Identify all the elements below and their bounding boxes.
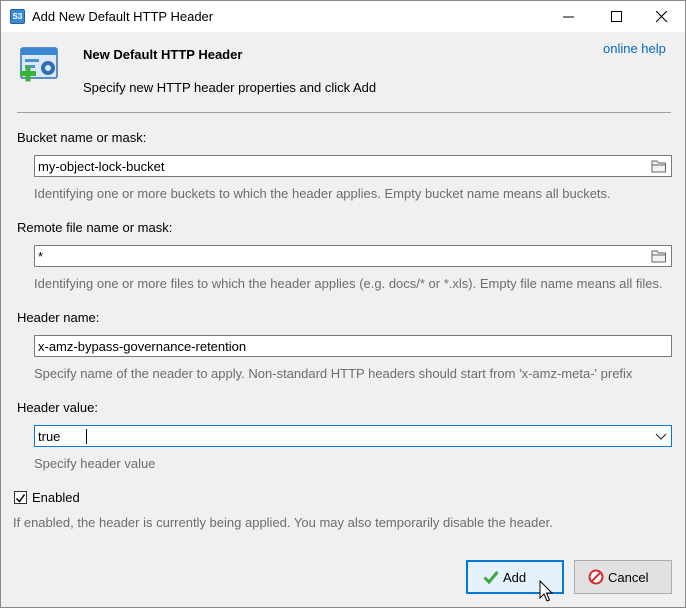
close-button[interactable]: [639, 1, 685, 32]
minimize-button[interactable]: [546, 1, 592, 32]
remote-file-label: Remote file name or mask:: [17, 220, 173, 235]
header-name-hint: Specify name of the neader to apply. Non…: [34, 366, 633, 381]
checkmark-icon: [15, 494, 26, 503]
cancel-icon: [588, 569, 604, 585]
header-subtitle: Specify new HTTP header properties and c…: [83, 80, 377, 95]
bucket-label: Bucket name or mask:: [17, 130, 147, 145]
add-button-label: Add: [503, 570, 527, 585]
window-title: Add New Default HTTP Header: [32, 9, 214, 24]
new-header-icon: [20, 47, 58, 82]
remote-file-input[interactable]: [35, 246, 635, 266]
green-check-icon: [483, 571, 499, 585]
header-name-label: Header name:: [17, 310, 100, 325]
enabled-label[interactable]: Enabled: [32, 490, 80, 505]
header-divider: [17, 112, 671, 113]
remote-file-hint: Identifying one or more files to which t…: [34, 276, 663, 291]
maximize-button[interactable]: [594, 1, 640, 32]
folder-icon: [651, 250, 666, 263]
header-title: New Default HTTP Header: [83, 47, 243, 62]
maximize-icon: [611, 11, 622, 22]
header-name-input[interactable]: [35, 336, 669, 356]
app-icon: S3: [10, 9, 25, 24]
cancel-button-label: Cancel: [608, 570, 649, 585]
minimize-icon: [563, 16, 574, 18]
header-value-label: Header value:: [17, 400, 98, 415]
online-help-link[interactable]: online help: [603, 41, 666, 56]
header-name-field[interactable]: [34, 335, 672, 357]
header-value-input[interactable]: [35, 426, 635, 446]
title-bar[interactable]: S3 Add New Default HTTP Header: [1, 1, 685, 32]
chevron-down-icon: [655, 433, 667, 440]
header-value-dropdown-button[interactable]: [653, 427, 669, 445]
enabled-checkbox[interactable]: [14, 491, 27, 504]
text-caret: [86, 429, 87, 444]
remote-file-browse-button[interactable]: [649, 247, 669, 265]
bucket-hint: Identifying one or more buckets to which…: [34, 186, 611, 201]
header-value-hint: Specify header value: [34, 456, 156, 471]
mouse-pointer-icon: [539, 580, 554, 602]
cancel-button[interactable]: Cancel: [574, 560, 672, 594]
close-icon: [656, 11, 668, 23]
bucket-field[interactable]: [34, 155, 672, 177]
bucket-browse-button[interactable]: [649, 157, 669, 175]
bucket-input[interactable]: [35, 156, 635, 176]
folder-icon: [651, 160, 666, 173]
dialog-header: New Default HTTP Header Specify new HTTP…: [1, 32, 685, 112]
dialog-window: S3 Add New Default HTTP Header New Defau…: [0, 0, 686, 608]
header-value-combobox[interactable]: [34, 425, 672, 447]
enabled-hint: If enabled, the header is currently bein…: [13, 515, 553, 530]
remote-file-field[interactable]: [34, 245, 672, 267]
